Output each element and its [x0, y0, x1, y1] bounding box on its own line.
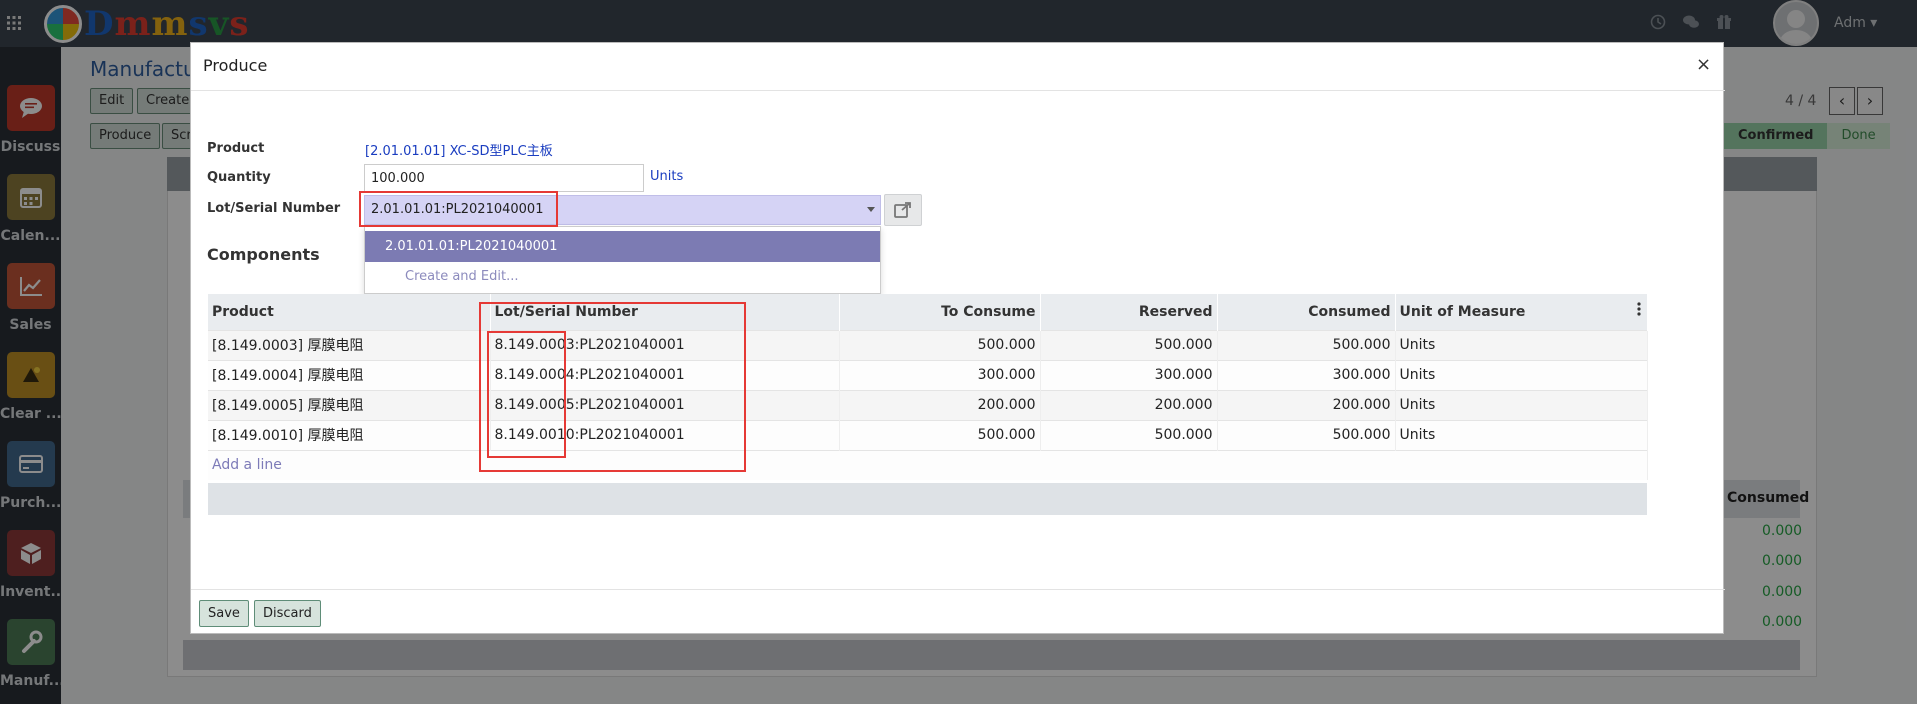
- cell-consumed[interactable]: 200.000: [1217, 389, 1396, 420]
- quantity-label: Quantity: [207, 170, 271, 185]
- cell-to-consume: 500.000: [839, 329, 1041, 360]
- add-line-row: Add a line: [208, 449, 1648, 480]
- table-footer: [208, 483, 1647, 515]
- close-icon[interactable]: ×: [1696, 54, 1711, 75]
- cell-consumed[interactable]: 500.000: [1217, 419, 1396, 450]
- discard-button[interactable]: Discard: [254, 600, 321, 627]
- cell-reserved: 500.000: [1040, 419, 1218, 450]
- chevron-down-icon[interactable]: [867, 207, 875, 212]
- add-line-link[interactable]: Add a line: [208, 449, 1648, 480]
- cell-product[interactable]: [8.149.0004] 厚膜电阻: [208, 359, 491, 390]
- components-table: Product Lot/Serial Number To Consume Res…: [208, 294, 1648, 480]
- dialog-footer: Save Discard: [191, 589, 1725, 635]
- column-header-product[interactable]: Product: [208, 294, 491, 330]
- lot-autocomplete-dropdown: 2.01.01.01:PL2021040001 Create and Edit.…: [364, 226, 881, 294]
- table-row[interactable]: [8.149.0005] 厚膜电阻 8.149.0005:PL202104000…: [208, 389, 1648, 420]
- create-and-edit-link[interactable]: Create and Edit...: [405, 269, 519, 284]
- column-header-to-consume[interactable]: To Consume: [839, 294, 1041, 330]
- product-label: Product: [207, 141, 265, 156]
- table-row[interactable]: [8.149.0004] 厚膜电阻 8.149.0004:PL202104000…: [208, 359, 1648, 390]
- cell-reserved: 200.000: [1040, 389, 1218, 420]
- cell-to-consume: 500.000: [839, 419, 1041, 450]
- dialog-header: Produce ×: [191, 43, 1725, 91]
- cell-product[interactable]: [8.149.0010] 厚膜电阻: [208, 419, 491, 450]
- cell-uom: Units: [1395, 419, 1648, 450]
- produce-dialog: Produce × Product [2.01.01.01] XC-SD型PLC…: [190, 42, 1725, 635]
- cell-reserved: 300.000: [1040, 359, 1218, 390]
- cell-reserved: 500.000: [1040, 329, 1218, 360]
- cell-to-consume: 200.000: [839, 389, 1041, 420]
- annotation-box-lot-field: [359, 191, 558, 227]
- cell-uom: Units: [1395, 359, 1648, 390]
- dialog-title: Produce: [203, 56, 268, 75]
- column-header-reserved[interactable]: Reserved: [1040, 294, 1218, 330]
- external-link-icon: [894, 202, 911, 218]
- components-heading: Components: [207, 245, 320, 264]
- cell-uom: Units: [1395, 329, 1648, 360]
- external-link-button[interactable]: [884, 194, 922, 226]
- cell-consumed[interactable]: 300.000: [1217, 359, 1396, 390]
- quantity-input[interactable]: [364, 164, 644, 192]
- lot-serial-label: Lot/Serial Number: [207, 201, 341, 216]
- kebab-menu-icon[interactable]: [1636, 302, 1641, 320]
- product-link[interactable]: [2.01.01.01] XC-SD型PLC主板: [365, 140, 553, 159]
- table-row[interactable]: [8.149.0010] 厚膜电阻 8.149.0010:PL202104000…: [208, 419, 1648, 450]
- save-button[interactable]: Save: [199, 600, 249, 627]
- column-header-consumed[interactable]: Consumed: [1217, 294, 1396, 330]
- cell-uom: Units: [1395, 389, 1648, 420]
- cell-product[interactable]: [8.149.0003] 厚膜电阻: [208, 329, 491, 360]
- cell-consumed[interactable]: 500.000: [1217, 329, 1396, 360]
- uom-header-label: Unit of Measure: [1399, 303, 1526, 320]
- column-header-uom[interactable]: Unit of Measure: [1395, 294, 1648, 330]
- cell-product[interactable]: [8.149.0005] 厚膜电阻: [208, 389, 491, 420]
- table-row[interactable]: [8.149.0003] 厚膜电阻 8.149.0003:PL202104000…: [208, 329, 1648, 360]
- cell-to-consume: 300.000: [839, 359, 1041, 390]
- dropdown-option-lot[interactable]: 2.01.01.01:PL2021040001: [365, 231, 880, 262]
- table-header-row: Product Lot/Serial Number To Consume Res…: [208, 294, 1648, 330]
- annotation-box-lot-prefix: [487, 331, 566, 458]
- quantity-unit-link[interactable]: Units: [650, 169, 683, 184]
